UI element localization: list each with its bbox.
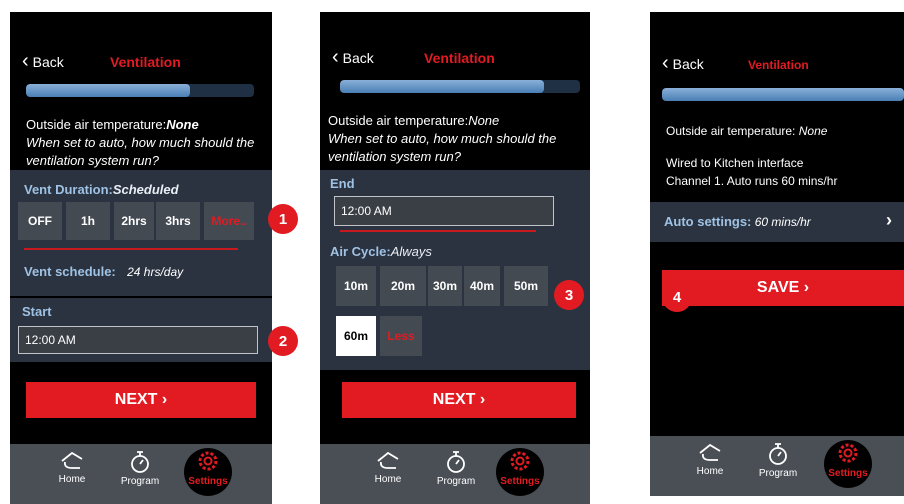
back-button[interactable]: ‹ Back [662, 52, 704, 74]
back-button[interactable]: ‹ Back [22, 50, 64, 72]
nav-program[interactable]: Program [748, 442, 808, 479]
progress-bar [26, 84, 254, 97]
screen-1: ‹ Back Ventilation Outside air temperatu… [10, 12, 272, 504]
divider [24, 248, 238, 250]
end-label: End [330, 176, 355, 191]
gear-icon [198, 451, 218, 471]
cycle-30m[interactable]: 30m [428, 266, 462, 306]
back-button[interactable]: ‹ Back [332, 46, 374, 68]
screen-3: ‹ Back Ventilation Outside air temperatu… [650, 12, 904, 496]
divider [340, 230, 536, 232]
stopwatch-icon [131, 451, 149, 473]
nav-home[interactable]: Home [42, 450, 102, 485]
vent-schedule-row: Vent schedule: 24 hrs/day [24, 264, 184, 279]
chevron-left-icon: ‹ [662, 52, 669, 74]
end-time-field[interactable]: 12:00 AM [334, 196, 554, 226]
gear-icon [838, 443, 858, 463]
chevron-left-icon: ‹ [22, 50, 29, 72]
step-badge-2: 2 [268, 326, 298, 356]
save-button[interactable]: SAVE › [662, 270, 904, 306]
chevron-right-icon: › [886, 210, 892, 230]
progress-fill [662, 88, 904, 101]
progress-bar [662, 88, 904, 101]
step-badge-3: 3 [554, 280, 584, 310]
progress-fill [340, 80, 544, 93]
home-icon [61, 451, 83, 469]
home-icon [699, 443, 721, 461]
next-button[interactable]: NEXT › [342, 382, 576, 418]
start-time-field[interactable]: 12:00 AM [18, 326, 258, 354]
page-title: Ventilation [110, 54, 181, 70]
nav-settings[interactable]: Settings [824, 440, 872, 488]
step-badge-1: 1 [268, 204, 298, 234]
duration-more[interactable]: More.. [204, 202, 254, 240]
bottom-navbar: Home Program Settings [10, 444, 272, 504]
screen-2: ‹ Back Ventilation Outside air temperatu… [320, 12, 590, 504]
back-label: Back [342, 50, 374, 66]
nav-settings[interactable]: Settings [496, 448, 544, 496]
vent-duration-heading: Vent Duration:Scheduled [24, 182, 179, 197]
wired-info: Wired to Kitchen interface Channel 1. Au… [666, 156, 838, 188]
duration-off[interactable]: OFF [18, 202, 62, 240]
cycle-10m[interactable]: 10m [336, 266, 376, 306]
cycle-20m[interactable]: 20m [380, 266, 426, 306]
outside-air-text: Outside air temperature:None When set to… [26, 117, 255, 168]
stopwatch-icon [447, 451, 465, 473]
nav-home[interactable]: Home [358, 450, 418, 485]
next-button[interactable]: NEXT › [26, 382, 256, 418]
home-icon [377, 451, 399, 469]
back-label: Back [672, 56, 704, 72]
progress-bar [340, 80, 580, 93]
nav-home[interactable]: Home [680, 442, 740, 477]
outside-air-text: Outside air temperature: None [666, 124, 828, 138]
vent-duration-panel: Vent Duration:Scheduled OFF 1h 2hrs 3hrs… [10, 170, 272, 296]
gear-icon [510, 451, 530, 471]
start-label: Start [22, 304, 52, 319]
progress-fill [26, 84, 191, 97]
duration-3hrs[interactable]: 3hrs [156, 202, 200, 240]
bottom-navbar: Home Program Settings [650, 436, 904, 496]
cycle-60m[interactable]: 60m [336, 316, 376, 356]
duration-1h[interactable]: 1h [66, 202, 110, 240]
nav-settings[interactable]: Settings [184, 448, 232, 496]
question-text: When set to auto, how much should the ve… [328, 131, 557, 164]
auto-settings-row[interactable]: Auto settings: 60 mins/hr › [650, 202, 904, 242]
nav-program[interactable]: Program [426, 450, 486, 487]
stopwatch-icon [769, 443, 787, 465]
page-title: Ventilation [424, 50, 495, 66]
cycle-less[interactable]: Less [380, 316, 422, 356]
page-title: Ventilation [748, 58, 809, 72]
start-panel: Start 12:00 AM [10, 298, 272, 362]
bottom-navbar: Home Program Settings [320, 444, 590, 504]
cycle-40m[interactable]: 40m [464, 266, 500, 306]
outside-air-text: Outside air temperature:None When set to… [328, 113, 557, 164]
duration-2hrs[interactable]: 2hrs [114, 202, 154, 240]
step-badge-4: 4 [662, 282, 692, 312]
cycle-50m[interactable]: 50m [504, 266, 548, 306]
question-text: When set to auto, how much should the ve… [26, 135, 255, 168]
air-cycle-heading: Air Cycle:Always [330, 244, 432, 259]
back-label: Back [32, 54, 64, 70]
nav-program[interactable]: Program [110, 450, 170, 487]
chevron-left-icon: ‹ [332, 46, 339, 68]
